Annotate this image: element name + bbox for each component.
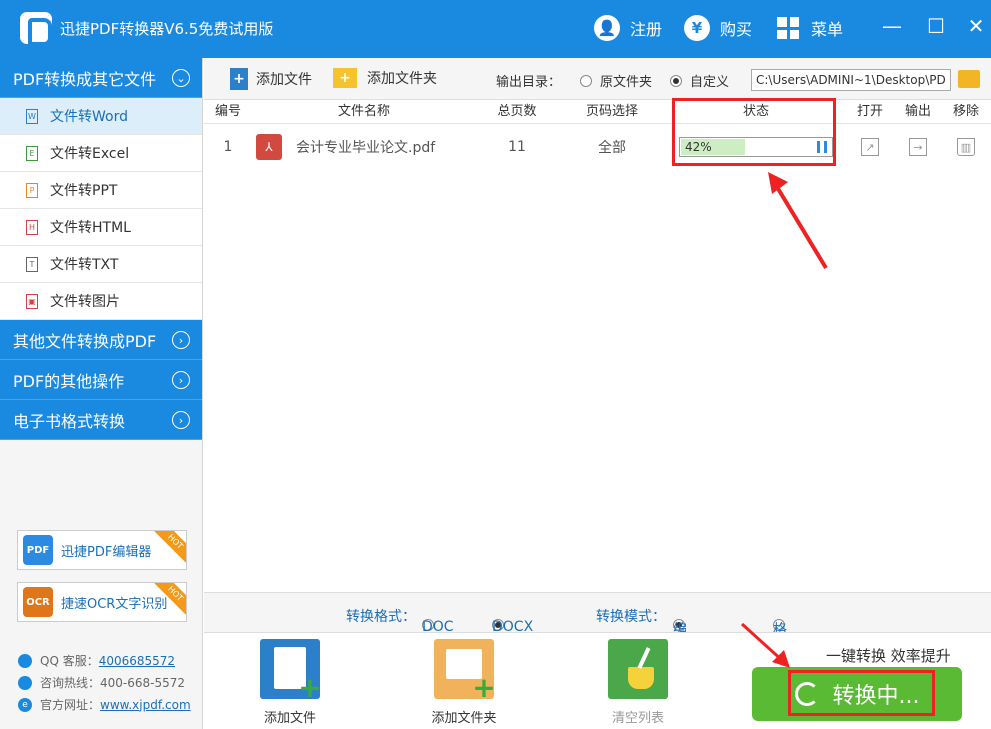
trash-icon: ▥ bbox=[957, 138, 975, 156]
qq-icon bbox=[18, 653, 32, 668]
bottom-add-file-button[interactable]: + 添加文件 bbox=[260, 639, 322, 726]
chevron-right-icon: › bbox=[172, 371, 190, 389]
menu-label: 菜单 bbox=[811, 20, 844, 39]
buy-button[interactable]: ¥ 购买 bbox=[684, 13, 752, 43]
header-range: 页码选择 bbox=[585, 104, 638, 119]
chevron-right-icon: › bbox=[172, 331, 190, 349]
menu-button[interactable]: 菜单 bbox=[777, 13, 843, 43]
sidebar-item-to-html[interactable]: H 文件转HTML bbox=[0, 209, 202, 246]
radio-icon bbox=[580, 75, 592, 87]
header-output: 输出 bbox=[904, 104, 931, 119]
user-icon: 👤 bbox=[594, 15, 620, 41]
output-dir-label: 输出目录： bbox=[496, 75, 562, 90]
title-bar: 迅捷PDF转换器V6.5免费试用版 👤 注册 ¥ 购买 菜单 — ☐ ✕ bbox=[0, 0, 991, 58]
qq-link[interactable]: 4006685572 bbox=[99, 654, 175, 668]
chevron-down-icon: ⌄ bbox=[172, 69, 190, 87]
row-page-range[interactable]: 全部 bbox=[558, 137, 666, 157]
yen-icon: ¥ bbox=[684, 15, 710, 41]
broom-icon bbox=[608, 639, 668, 699]
slogan-text: 一键转换 效率提升 bbox=[826, 647, 951, 665]
bottom-add-folder-button[interactable]: + 添加文件夹 bbox=[428, 639, 500, 726]
contact-qq: QQ 客服： 4006685572 bbox=[18, 652, 175, 669]
add-file-button[interactable]: + 添加文件 bbox=[230, 68, 312, 90]
add-folder-big-icon: + bbox=[434, 639, 496, 702]
hot-badge: HOT bbox=[152, 531, 186, 565]
format-bar: 转换格式： DOC DOCX 转换模式： 编辑优先 格式优先 bbox=[204, 592, 991, 698]
sidebar-category-pdf-other-ops[interactable]: PDF的其他操作 › bbox=[0, 360, 202, 400]
output-path-input[interactable] bbox=[751, 69, 951, 91]
txt-file-icon: T bbox=[26, 257, 38, 272]
header-name: 文件名称 bbox=[337, 104, 390, 119]
row-pages: 11 bbox=[508, 139, 526, 155]
sidebar-item-to-excel[interactable]: E 文件转Excel bbox=[0, 135, 202, 172]
register-button[interactable]: 👤 注册 bbox=[594, 13, 662, 43]
row-index: 1 bbox=[223, 139, 233, 155]
add-folder-icon: + bbox=[333, 68, 357, 88]
header-index: 编号 bbox=[214, 104, 241, 119]
mode-label: 转换模式： bbox=[596, 609, 666, 625]
convert-highlight-box bbox=[788, 670, 935, 716]
open-button[interactable]: ↗ bbox=[846, 138, 894, 156]
pdf-file-icon: ⅄ bbox=[256, 134, 282, 160]
row-file-name-cell: ⅄ 会计专业毕业论文.pdf bbox=[252, 134, 476, 160]
sidebar-category-ebook[interactable]: 电子书格式转换 › bbox=[0, 400, 202, 440]
buy-label: 购买 bbox=[720, 20, 753, 39]
toolbar: + 添加文件 + 添加文件夹 输出目录： 原文件夹 自定义 bbox=[204, 58, 991, 100]
promo-ocr[interactable]: OCR 捷速OCR文字识别 HOT bbox=[17, 582, 187, 622]
add-folder-button[interactable]: + 添加文件夹 bbox=[333, 68, 437, 88]
html-file-icon: H bbox=[26, 220, 38, 235]
sidebar-category-pdf-to-other[interactable]: PDF转换成其它文件 ⌄ bbox=[0, 58, 202, 98]
add-file-icon: + bbox=[230, 68, 248, 90]
format-label: 转换格式： bbox=[346, 609, 416, 625]
image-file-icon: ▣ bbox=[26, 294, 38, 309]
chevron-right-icon: › bbox=[172, 411, 190, 429]
radio-selected-icon bbox=[670, 75, 682, 87]
radio-custom-folder[interactable]: 自定义 bbox=[670, 71, 729, 90]
sidebar-item-to-image[interactable]: ▣ 文件转图片 bbox=[0, 283, 202, 320]
table-row[interactable]: 1 ⅄ 会计专业毕业论文.pdf 11 全部 42% ↗ → ▥ bbox=[204, 124, 991, 170]
ie-icon: e bbox=[18, 697, 32, 712]
external-link-icon: ↗ bbox=[861, 138, 879, 156]
header-pages: 总页数 bbox=[497, 104, 537, 119]
export-icon: → bbox=[909, 138, 927, 156]
website-link[interactable]: www.xjpdf.com bbox=[100, 698, 191, 712]
contact-hotline: 咨询热线：400-668-5572 bbox=[18, 674, 185, 691]
header-remove: 移除 bbox=[952, 104, 979, 119]
register-label: 注册 bbox=[630, 20, 663, 39]
file-table-header: 编号 文件名称 总页数 页码选择 状态 打开 输出 移除 bbox=[204, 100, 991, 124]
word-file-icon: W bbox=[26, 109, 38, 124]
sidebar: PDF转换成其它文件 ⌄ W 文件转Word E 文件转Excel P 文件转P… bbox=[0, 58, 203, 729]
phone-icon bbox=[18, 675, 32, 690]
row-file-name: 会计专业毕业论文.pdf bbox=[296, 140, 436, 156]
maximize-icon[interactable]: ☐ bbox=[922, 12, 950, 40]
status-highlight-box bbox=[672, 98, 836, 166]
annotation-arrow-icon bbox=[740, 622, 790, 668]
contact-website: e 官方网址： www.xjpdf.com bbox=[18, 696, 191, 713]
sidebar-category-other-to-pdf[interactable]: 其他文件转换成PDF › bbox=[0, 320, 202, 360]
add-file-big-icon: + bbox=[260, 639, 322, 702]
radio-original-folder[interactable]: 原文件夹 bbox=[580, 71, 652, 90]
folder-icon[interactable] bbox=[958, 70, 980, 88]
close-icon[interactable]: ✕ bbox=[962, 12, 990, 40]
sidebar-item-to-word[interactable]: W 文件转Word bbox=[0, 98, 202, 135]
output-button[interactable]: → bbox=[894, 138, 942, 156]
sidebar-item-to-txt[interactable]: T 文件转TXT bbox=[0, 246, 202, 283]
excel-file-icon: E bbox=[26, 146, 38, 161]
pdf-editor-icon: PDF bbox=[23, 535, 53, 565]
ocr-icon: OCR bbox=[23, 587, 53, 617]
header-open: 打开 bbox=[856, 104, 883, 119]
app-title: 迅捷PDF转换器V6.5免费试用版 bbox=[60, 20, 274, 38]
promo-pdf-editor[interactable]: PDF 迅捷PDF编辑器 HOT bbox=[17, 530, 187, 570]
sidebar-item-to-ppt[interactable]: P 文件转PPT bbox=[0, 172, 202, 209]
annotation-arrow-icon bbox=[768, 172, 828, 270]
app-logo-icon bbox=[20, 12, 52, 46]
minimize-icon[interactable]: — bbox=[878, 12, 906, 40]
clear-list-button[interactable]: 清空列表 bbox=[606, 639, 670, 726]
ppt-file-icon: P bbox=[26, 183, 38, 198]
grid-icon bbox=[777, 17, 799, 39]
remove-button[interactable]: ▥ bbox=[942, 138, 990, 156]
